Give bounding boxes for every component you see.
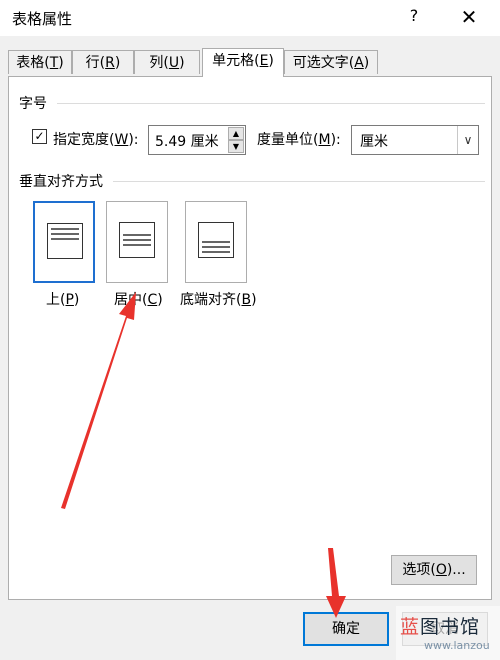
title-bar: 表格属性 ? ✕	[0, 0, 500, 36]
align-bottom-icon	[198, 222, 234, 258]
valign-center-label: 居中(C)	[114, 292, 163, 308]
chevron-down-icon[interactable]: ∨	[457, 126, 478, 154]
options-button[interactable]: 选项(O)...	[391, 555, 477, 585]
watermark-url: www.lanzou	[424, 639, 490, 652]
spin-up-icon[interactable]: ▲	[228, 127, 244, 140]
watermark-text: 蓝图书馆	[400, 616, 481, 638]
tab-table[interactable]: 表格(T)	[8, 50, 72, 74]
valign-center-button[interactable]	[106, 201, 168, 283]
valign-section-title: 垂直对齐方式	[19, 174, 103, 190]
valign-top-label: 上(P)	[46, 292, 80, 308]
spin-down-icon[interactable]: ▼	[228, 140, 244, 153]
width-spinner[interactable]: 5.49 厘米 ▲ ▼	[148, 125, 246, 155]
preferred-width-label: 指定宽度(W):	[53, 132, 139, 148]
width-value: 5.49 厘米	[155, 134, 219, 150]
valign-section-divider	[113, 181, 485, 182]
ok-button[interactable]: 确定	[303, 612, 389, 646]
align-center-icon	[119, 222, 155, 258]
valign-top-button[interactable]	[33, 201, 95, 283]
close-icon[interactable]: ✕	[456, 4, 482, 30]
watermark-logo: 蓝图书馆 www.lanzou	[396, 606, 500, 660]
preferred-width-checkbox[interactable]: ✓	[32, 129, 47, 144]
size-section-divider	[57, 103, 485, 104]
tab-strip: 表格(T) 行(R) 列(U) 单元格(E) 可选文字(A)	[8, 48, 492, 77]
unit-value: 厘米	[360, 134, 388, 150]
align-top-icon	[47, 223, 83, 259]
tab-row[interactable]: 行(R)	[72, 50, 134, 74]
tab-cell[interactable]: 单元格(E)	[202, 48, 284, 77]
valign-bottom-label: 底端对齐(B)	[180, 292, 257, 308]
valign-bottom-button[interactable]	[185, 201, 247, 283]
unit-label: 度量单位(M):	[257, 132, 341, 148]
cell-tab-panel: 字号 ✓ 指定宽度(W): 5.49 厘米 ▲ ▼ 度量单位(M): 厘米 ∨ …	[8, 76, 492, 600]
tab-column[interactable]: 列(U)	[134, 50, 200, 74]
unit-select[interactable]: 厘米 ∨	[351, 125, 479, 155]
size-section-title: 字号	[19, 96, 47, 112]
help-icon[interactable]: ?	[404, 6, 424, 28]
window-title: 表格属性	[12, 10, 73, 28]
tab-alt-text[interactable]: 可选文字(A)	[284, 50, 378, 74]
